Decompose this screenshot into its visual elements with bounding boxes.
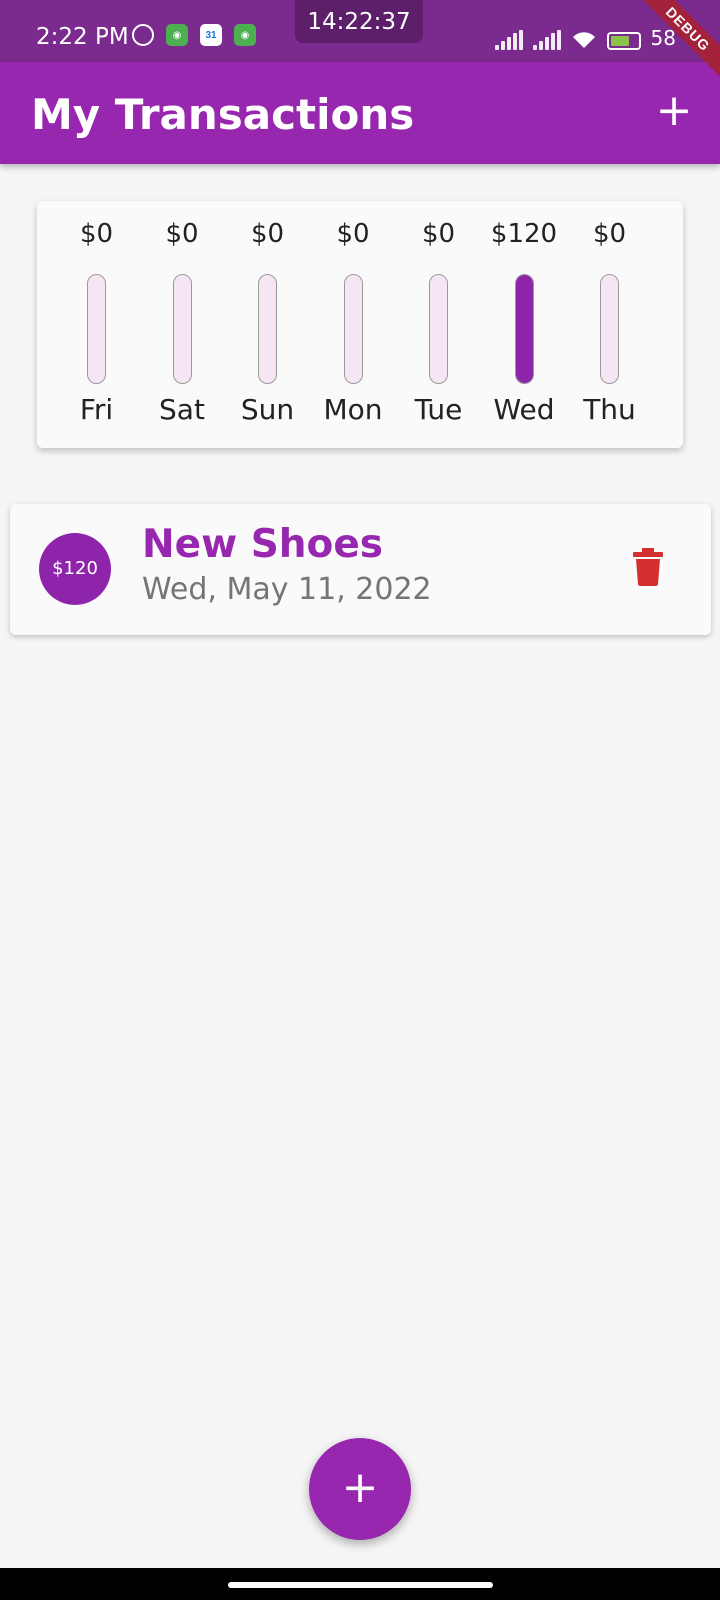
chart-bar-track — [87, 274, 106, 384]
navigation-bar — [0, 1568, 720, 1600]
chart-day-label: Tue — [414, 393, 463, 426]
chart-amount-label: $0 — [421, 219, 456, 249]
chart-bar-thu: $0 Thu — [566, 201, 653, 448]
chart-day-label: Sun — [240, 393, 295, 426]
chart-day-label: Sat — [159, 393, 205, 426]
chart-bar-fill — [515, 275, 533, 383]
chart-amount-label: $0 — [165, 219, 199, 249]
chart-bar-track — [514, 274, 534, 384]
chart-bar-fri: $0 Fri — [53, 201, 140, 448]
status-time: 2:22 PM — [36, 24, 129, 50]
transaction-title: New Shoes — [142, 522, 384, 567]
status-icons-right: 58 — [494, 26, 676, 50]
chart-bar-track — [429, 274, 448, 384]
chart-bar-sun: $0 Sun — [224, 201, 311, 448]
trash-icon[interactable] — [633, 548, 663, 586]
chart-bar-mon: $0 Mon — [310, 201, 397, 448]
transaction-date: Wed, May 11, 2022 — [142, 572, 432, 607]
chart-amount-label: $0 — [336, 219, 370, 249]
chart-bar-tue: $0 Tue — [395, 201, 482, 448]
clock-pill: 14:22:37 — [295, 0, 423, 43]
android-notification-icon: ◉ — [166, 24, 188, 46]
wifi-icon — [572, 32, 595, 48]
status-icons-left: ◉ 31 ◉ — [132, 24, 256, 46]
home-gesture-handle[interactable] — [228, 1582, 493, 1588]
chart-bar-track — [600, 274, 619, 384]
chart-day-label: Mon — [323, 393, 383, 426]
chart-day-label: Wed — [493, 393, 555, 426]
android-notification-icon: ◉ — [234, 24, 256, 46]
transaction-card[interactable]: $120 New Shoes Wed, May 11, 2022 — [10, 504, 711, 635]
calendar-icon: 31 — [200, 24, 222, 46]
app-bar: My Transactions + — [0, 62, 720, 164]
add-transaction-fab[interactable]: + — [309, 1438, 411, 1540]
chart-amount-label: $0 — [250, 219, 285, 249]
status-bar: 2:22 PM ◉ 31 ◉ 14:22:37 58 — [0, 0, 720, 62]
signal-icon — [532, 30, 561, 50]
chart-amount-label: $120 — [490, 219, 558, 249]
chart-bar-track — [258, 274, 277, 384]
chart-bar-track — [343, 274, 363, 384]
page-title: My Transactions — [31, 90, 415, 139]
alarm-icon — [132, 24, 154, 46]
chart-amount-label: $0 — [592, 219, 627, 249]
chart-bar-sat: $0 Sat — [139, 201, 226, 448]
chart-bar-track — [172, 274, 192, 384]
battery-icon — [606, 32, 641, 50]
transaction-amount-avatar: $120 — [39, 533, 111, 605]
chart-bar-wed: $120 Wed — [481, 201, 568, 448]
chart-day-label: Fri — [79, 393, 114, 426]
chart-day-label: Thu — [583, 393, 636, 426]
chart-amount-label: $0 — [79, 219, 114, 249]
signal-icon — [494, 30, 523, 50]
add-transaction-button[interactable]: + — [654, 89, 694, 133]
weekly-chart-card: $0 Fri $0 Sat $0 Sun $0 Mon $0 Tue $120 Wed $0 Thu — [37, 201, 683, 448]
